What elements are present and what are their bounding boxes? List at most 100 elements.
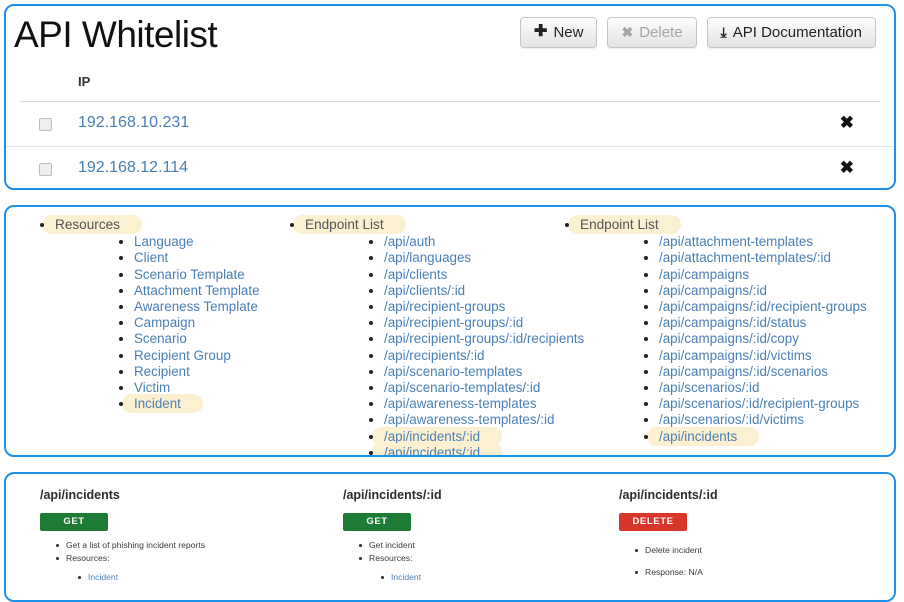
endpoint-link[interactable]: /api/attachment-templates [659,234,813,249]
page-title: API Whitelist [14,14,218,55]
doc-sub-bullet-list: Incident [76,571,205,584]
list-item: /api/languages [367,250,584,266]
endpoint-link[interactable]: /api/campaigns/:id/victims [659,348,812,363]
endpoint-link[interactable]: /api/campaigns/:id/status [659,315,806,330]
endpoint-link[interactable]: /api/recipient-groups/:id [384,315,523,330]
endpoint-link[interactable]: /api/scenario-templates [384,364,522,379]
ip-link[interactable]: 192.168.12.114 [78,159,188,177]
endpoints-2-list: /api/attachment-templates/api/attachment… [642,234,867,445]
list-item: /api/attachment-templates [642,234,867,250]
api-lists-panel: Resources Language Client Scenario Templat… [4,205,896,457]
new-button-label: New [553,23,584,41]
column-header-ip: IP [78,74,91,89]
list-item: /api/campaigns [642,267,867,283]
doc-resource-link[interactable]: Incident [88,572,118,582]
list-item: /api/scenarios/:id/recipient-groups [642,396,867,412]
list-item: /api/recipient-groups/:id [367,315,584,331]
list-item: /api/scenario-templates [367,364,584,380]
http-method-badge[interactable]: GET [40,513,108,531]
resource-link[interactable]: Scenario Template [134,267,245,282]
list-item: Recipient Group [117,348,260,364]
resource-link[interactable]: Victim [134,380,170,395]
list-item: Client [117,250,260,266]
endpoint-link[interactable]: /api/campaigns/:id [659,283,767,298]
resource-link[interactable]: Attachment Template [134,283,260,298]
endpoint-link[interactable]: /api/campaigns [659,267,749,282]
resource-link[interactable]: Client [134,250,168,265]
endpoint-link[interactable]: /api/scenarios/:id/victims [659,412,804,427]
delete-button[interactable]: ✖ Delete [607,17,697,48]
endpoint-link[interactable]: /api/auth [384,234,435,249]
api-documentation-button[interactable]: ⤓ API Documentation [706,17,876,48]
list-item: /api/awareness-templates [367,396,584,412]
doc-bullet-list: Get a list of phishing incident reports R… [54,539,205,565]
resource-link[interactable]: Campaign [134,315,195,330]
table-row: 192.168.12.114 ✖ [6,147,894,188]
endpoint-link[interactable]: /api/recipient-groups/:id/recipients [384,331,584,346]
list-item: /api/campaigns/:id/scenarios [642,364,867,380]
endpoints-1-root-item: Endpoint List /api/auth/api/languages/ap… [288,217,584,455]
row-checkbox[interactable] [39,118,52,131]
endpoint-link[interactable]: /api/awareness-templates/:id [384,412,554,427]
resource-link[interactable]: Scenario [134,331,187,346]
doc-sub-bullet: Incident [76,571,205,584]
endpoint-link[interactable]: /api/campaigns/:id/recipient-groups [659,299,867,314]
list-item: Language [117,234,260,250]
endpoint-link[interactable]: /api/scenarios/:id/recipient-groups [659,396,859,411]
new-button[interactable]: ✚ New [520,17,598,48]
endpoint-link[interactable]: /api/incidents [659,429,737,444]
api-documentation-button-label: API Documentation [732,23,862,41]
endpoints-1-root-list: Endpoint List /api/auth/api/languages/ap… [288,217,584,455]
endpoint-link[interactable]: /api/clients [384,267,447,282]
remove-row-icon[interactable]: ✖ [840,113,854,133]
resources-column: Resources Language Client Scenario Templat… [38,217,260,413]
endpoint-link[interactable]: /api/scenario-templates/:id [384,380,540,395]
doc-bullet: Resources: [357,552,442,565]
endpoint-link[interactable]: /api/recipients/:id [384,348,484,363]
doc-bullet-list: Delete incident Response: N/A [633,539,718,583]
endpoint-link[interactable]: /api/campaigns/:id/scenarios [659,364,828,379]
endpoints-1-list: /api/auth/api/languages/api/clients/api/… [367,234,584,455]
list-item: /api/clients [367,267,584,283]
list-item: /api/campaigns/:id/status [642,315,867,331]
delete-button-label: Delete [639,23,683,41]
endpoint-link[interactable]: /api/attachment-templates/:id [659,250,831,265]
list-item: /api/recipients/:id [367,348,584,364]
endpoint-link[interactable]: /api/clients/:id [384,283,465,298]
endpoint-link[interactable]: /api/languages [384,250,471,265]
endpoint-link[interactable]: /api/incidents/:id [384,445,480,455]
resource-link[interactable]: Language [134,234,194,249]
endpoint-link[interactable]: /api/incidents/:id [384,429,480,444]
list-item: Scenario [117,331,260,347]
resource-link[interactable]: Recipient [134,364,190,379]
list-item: /api/scenario-templates/:id [367,380,584,396]
endpoint-link[interactable]: /api/scenarios/:id [659,380,759,395]
http-method-badge[interactable]: GET [343,513,411,531]
endpoints-2-root-list: Endpoint List /api/attachment-templates /… [563,217,867,445]
doc-endpoint-title: /api/incidents/:id [343,488,442,502]
list-item: Attachment Template [117,283,260,299]
ip-link[interactable]: 192.168.10.231 [78,114,189,132]
whitelist-toolbar: ✚ New ✖ Delete ⤓ API Documentation [520,17,876,48]
download-icon: ⤓ [720,24,727,40]
api-documentation-panel: /api/incidents GET Get a list of phishing … [4,472,896,602]
remove-row-icon[interactable]: ✖ [840,158,854,178]
endpoints-2-root-item: Endpoint List /api/attachment-templates /… [563,217,867,445]
row-checkbox[interactable] [39,163,52,176]
endpoint-link[interactable]: /api/campaigns/:id/copy [659,331,799,346]
list-item: /api/campaigns/:id/recipient-groups [642,299,867,315]
resources-list: Language Client Scenario Template Attachmen… [117,234,260,412]
resource-link[interactable]: Awareness Template [134,299,258,314]
api-doc-columns: /api/incidents GET Get a list of phishing … [6,474,894,600]
resource-link[interactable]: Recipient Group [134,348,231,363]
list-item: /api/campaigns/:id/victims [642,348,867,364]
endpoint-link[interactable]: /api/awareness-templates [384,396,537,411]
resource-link[interactable]: Incident [134,396,181,411]
http-method-badge[interactable]: DELETE [619,513,687,531]
doc-endpoint-title: /api/incidents [40,488,120,502]
doc-resource-link[interactable]: Incident [391,572,421,582]
endpoint-list-1-label: Endpoint List [305,217,384,232]
endpoint-link[interactable]: /api/recipient-groups [384,299,505,314]
list-item: Campaign [117,315,260,331]
list-item: /api/scenarios/:id [642,380,867,396]
